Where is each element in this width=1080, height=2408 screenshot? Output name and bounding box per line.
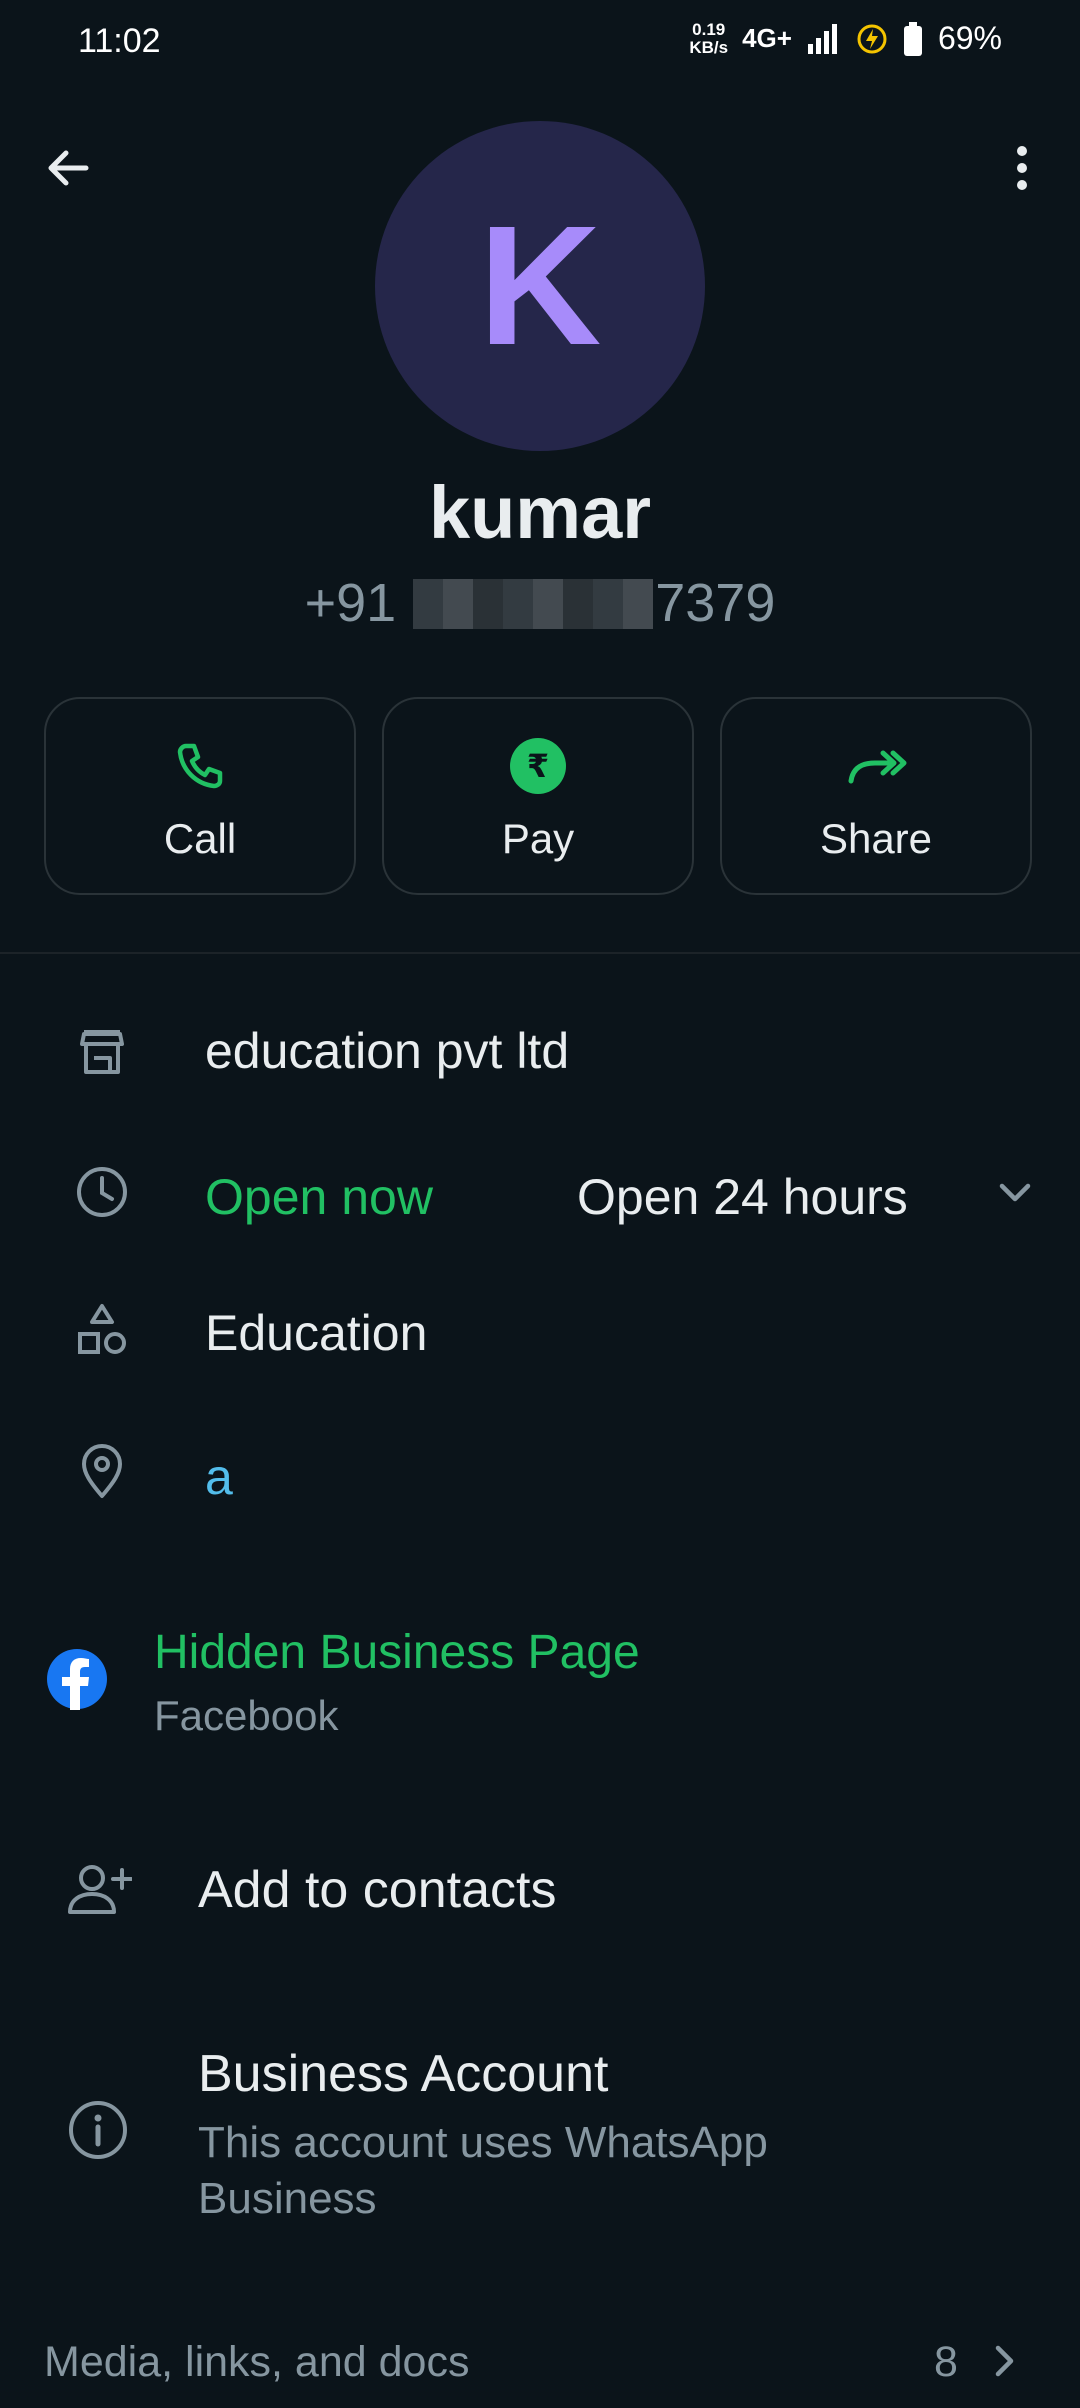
net-speed: 0.19 KB/s [689,19,729,57]
share-button[interactable]: Share [720,697,1032,895]
avatar[interactable]: K [375,121,705,451]
add-person-icon [66,1860,133,1920]
back-button[interactable] [40,140,96,196]
contact-name: kumar [428,471,652,554]
pay-label: Pay [501,815,575,862]
facebook-page-title[interactable]: Hidden Business Page [154,1625,640,1680]
store-icon [70,1020,134,1084]
pay-button[interactable]: ₹ Pay [382,697,694,895]
network-type: 4G+ [742,23,792,53]
category-icon [70,1300,134,1364]
chevron-down-icon [999,1183,1031,1202]
signal-icon [807,23,837,54]
business-category: Education [205,1305,428,1361]
chevron-right-icon [980,2336,1030,2386]
phone-prefix: +91 [304,573,397,633]
business-hours[interactable]: Open 24 hours [577,1168,908,1226]
net-speed-unit: KB/s [689,37,729,57]
divider [0,952,1080,954]
call-button[interactable]: Call [44,697,356,895]
phone-suffix: 7379 [655,573,776,633]
business-account-title: Business Account [198,2045,609,2103]
rupee-icon: ₹ [507,735,569,797]
facebook-subtitle: Facebook [154,1692,339,1739]
hours-status: Open now [205,1169,433,1225]
business-account-desc-line2: Business [198,2174,377,2223]
phone-number: +91 7379 [0,572,1080,634]
location-pin-icon [70,1440,134,1504]
phone-icon [169,735,231,797]
business-name: education pvt ltd [205,1023,570,1079]
battery-saver-icon [857,24,887,53]
arrow-left-icon [48,150,89,186]
info-icon [66,2098,130,2162]
status-time: 11:02 [78,22,161,60]
battery-icon [903,21,922,56]
business-address[interactable]: a [205,1448,233,1506]
share-label: Share [819,815,933,862]
more-options-button[interactable] [994,140,1050,196]
avatar-letter: K [478,191,602,381]
battery-percent: 69% [937,20,1002,56]
share-icon [845,735,907,797]
call-label: Call [163,815,237,862]
facebook-icon [46,1648,108,1710]
more-vertical-icon [1017,146,1027,190]
media-links-docs-label: Media, links, and docs [44,2338,470,2386]
net-speed-value: 0.19 [692,19,726,39]
svg-text:₹: ₹ [527,747,549,785]
clock-icon [70,1160,134,1224]
status-indicators: 0.19 KB/s 4G+ 69% [689,20,1002,57]
hours-expand-button[interactable] [990,1168,1040,1218]
business-account-desc-line1: This account uses WhatsApp [198,2118,768,2167]
phone-redaction [413,579,654,629]
add-to-contacts-label: Add to contacts [198,1861,557,1919]
media-count: 8 [934,2338,958,2386]
